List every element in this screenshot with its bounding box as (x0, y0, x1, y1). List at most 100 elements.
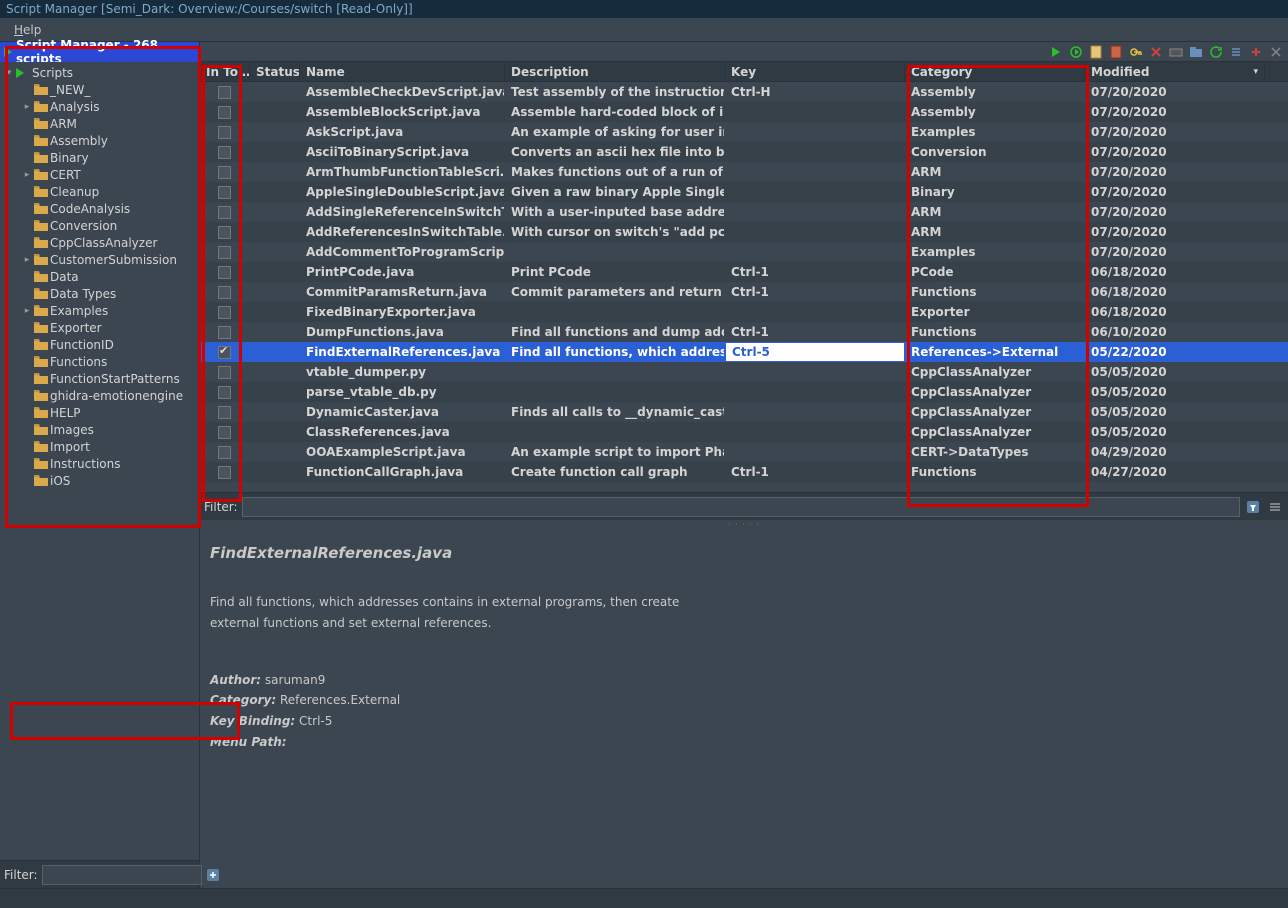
table-row[interactable]: ClassReferences.javaCppClassAnalyzer05/0… (200, 422, 1288, 442)
add-icon[interactable] (1248, 44, 1264, 60)
tree-item[interactable]: ▸CustomerSubmission (0, 251, 199, 268)
tree-item[interactable]: Data Types (0, 285, 199, 302)
table-row[interactable]: FixedBinaryExporter.javaExporter06/18/20… (200, 302, 1288, 322)
tree-item[interactable]: Images (0, 421, 199, 438)
tree-item[interactable]: Binary (0, 149, 199, 166)
table-row[interactable]: AsciiToBinaryScript.javaConverts an asci… (200, 142, 1288, 162)
in-tool-checkbox[interactable] (218, 286, 231, 299)
table-row[interactable]: CommitParamsReturn.javaCommit parameters… (200, 282, 1288, 302)
filter-options-icon[interactable] (1244, 498, 1262, 516)
edit-script-icon[interactable] (1108, 44, 1124, 60)
in-tool-checkbox[interactable] (218, 446, 231, 459)
tree-item[interactable]: Data (0, 268, 199, 285)
tree-item[interactable]: Conversion (0, 217, 199, 234)
col-key[interactable]: Key (725, 62, 905, 81)
folder-icon (34, 424, 48, 436)
tree-item[interactable]: Import (0, 438, 199, 455)
table-row[interactable]: FindExternalReferences.javaFind all func… (200, 342, 1288, 362)
tree-item[interactable]: Exporter (0, 319, 199, 336)
in-tool-checkbox[interactable] (218, 246, 231, 259)
col-name[interactable]: Name (300, 62, 505, 81)
table-row[interactable]: AssembleCheckDevScript.javaTest assembly… (200, 82, 1288, 102)
category-tree[interactable]: ▾Scripts_NEW_▸AnalysisARMAssemblyBinary▸… (0, 62, 199, 860)
refresh-icon[interactable] (1208, 44, 1224, 60)
new-script-icon[interactable] (1088, 44, 1104, 60)
table-row[interactable]: AddCommentToProgramScript.…Examples07/20… (200, 242, 1288, 262)
tree-item[interactable]: ghidra-emotionengine (0, 387, 199, 404)
in-tool-checkbox[interactable] (218, 466, 231, 479)
tree-item-label: CppClassAnalyzer (50, 236, 157, 250)
table-row[interactable]: ArmThumbFunctionTableScri…Makes function… (200, 162, 1288, 182)
table-row[interactable]: parse_vtable_db.pyCppClassAnalyzer05/05/… (200, 382, 1288, 402)
col-desc[interactable]: Description (505, 62, 725, 81)
in-tool-checkbox[interactable] (218, 226, 231, 239)
tree-item[interactable]: Instructions (0, 455, 199, 472)
tree-item[interactable]: FunctionStartPatterns (0, 370, 199, 387)
tree-item[interactable]: Assembly (0, 132, 199, 149)
in-tool-checkbox[interactable] (218, 326, 231, 339)
delete-icon[interactable] (1148, 44, 1164, 60)
tree-item[interactable]: Functions (0, 353, 199, 370)
tree-item[interactable]: ▸Analysis (0, 98, 199, 115)
tree-item[interactable]: CppClassAnalyzer (0, 234, 199, 251)
table-row[interactable]: AddSingleReferenceInSwitchT…With a user-… (200, 202, 1288, 222)
in-tool-checkbox[interactable] (218, 86, 231, 99)
in-tool-checkbox[interactable] (218, 166, 231, 179)
tree-item[interactable]: ▾Scripts (0, 64, 199, 81)
tree-item[interactable]: iOS (0, 472, 199, 489)
table-body[interactable]: AssembleCheckDevScript.javaTest assembly… (200, 82, 1288, 492)
folder-icon (34, 118, 48, 130)
rename-icon[interactable] (1168, 44, 1184, 60)
col-intool[interactable]: In To… (200, 62, 250, 81)
tree-item[interactable]: ▸CERT (0, 166, 199, 183)
folder-icon (34, 305, 48, 317)
run-script-icon[interactable] (1048, 44, 1064, 60)
tree-item[interactable]: Cleanup (0, 183, 199, 200)
clear-filter-icon[interactable] (206, 866, 220, 884)
menu-help[interactable]: Help (8, 21, 47, 39)
col-cat[interactable]: Category (905, 62, 1085, 81)
script-dirs-icon[interactable] (1188, 44, 1204, 60)
col-mod[interactable]: Modified▾ (1085, 62, 1265, 81)
folder-icon (34, 339, 48, 351)
in-tool-checkbox[interactable] (218, 406, 231, 419)
in-tool-checkbox[interactable] (218, 206, 231, 219)
table-row[interactable]: DynamicCaster.javaFinds all calls to __d… (200, 402, 1288, 422)
in-tool-checkbox[interactable] (218, 126, 231, 139)
in-tool-checkbox[interactable] (218, 106, 231, 119)
tree-item[interactable]: ▸Examples (0, 302, 199, 319)
col-status[interactable]: Status (250, 62, 300, 81)
list-icon[interactable] (1228, 44, 1244, 60)
tree-item[interactable]: HELP (0, 404, 199, 421)
folder-icon (34, 356, 48, 368)
in-tool-checkbox[interactable] (218, 426, 231, 439)
filter-settings-icon[interactable] (1266, 498, 1284, 516)
status-bar (0, 888, 1288, 908)
table-row[interactable]: OOAExampleScript.javaAn example script t… (200, 442, 1288, 462)
tree-item[interactable]: CodeAnalysis (0, 200, 199, 217)
tree-item[interactable]: _NEW_ (0, 81, 199, 98)
in-tool-checkbox[interactable] (218, 306, 231, 319)
close-panel-icon[interactable] (1268, 44, 1284, 60)
in-tool-checkbox[interactable] (218, 186, 231, 199)
in-tool-checkbox[interactable] (218, 266, 231, 279)
sidebar-filter-input[interactable] (42, 865, 202, 885)
run-again-icon[interactable] (1068, 44, 1084, 60)
table-row[interactable]: AddReferencesInSwitchTable.j…With cursor… (200, 222, 1288, 242)
table-row[interactable]: FunctionCallGraph.javaCreate function ca… (200, 462, 1288, 482)
table-row[interactable]: AskScript.javaAn example of asking for u… (200, 122, 1288, 142)
horizontal-splitter[interactable]: · · · · · (200, 520, 1288, 528)
in-tool-checkbox[interactable] (218, 346, 231, 359)
main-filter-input[interactable] (242, 497, 1240, 517)
key-binding-icon[interactable] (1128, 44, 1144, 60)
in-tool-checkbox[interactable] (218, 146, 231, 159)
table-row[interactable]: AssembleBlockScript.javaAssemble hard-co… (200, 102, 1288, 122)
table-row[interactable]: DumpFunctions.javaFind all functions and… (200, 322, 1288, 342)
table-row[interactable]: vtable_dumper.pyCppClassAnalyzer05/05/20… (200, 362, 1288, 382)
tree-item[interactable]: FunctionID (0, 336, 199, 353)
table-row[interactable]: PrintPCode.javaPrint PCodeCtrl-1PCode06/… (200, 262, 1288, 282)
table-row[interactable]: AppleSingleDoubleScript.javaGiven a raw … (200, 182, 1288, 202)
in-tool-checkbox[interactable] (218, 366, 231, 379)
in-tool-checkbox[interactable] (218, 386, 231, 399)
tree-item[interactable]: ARM (0, 115, 199, 132)
